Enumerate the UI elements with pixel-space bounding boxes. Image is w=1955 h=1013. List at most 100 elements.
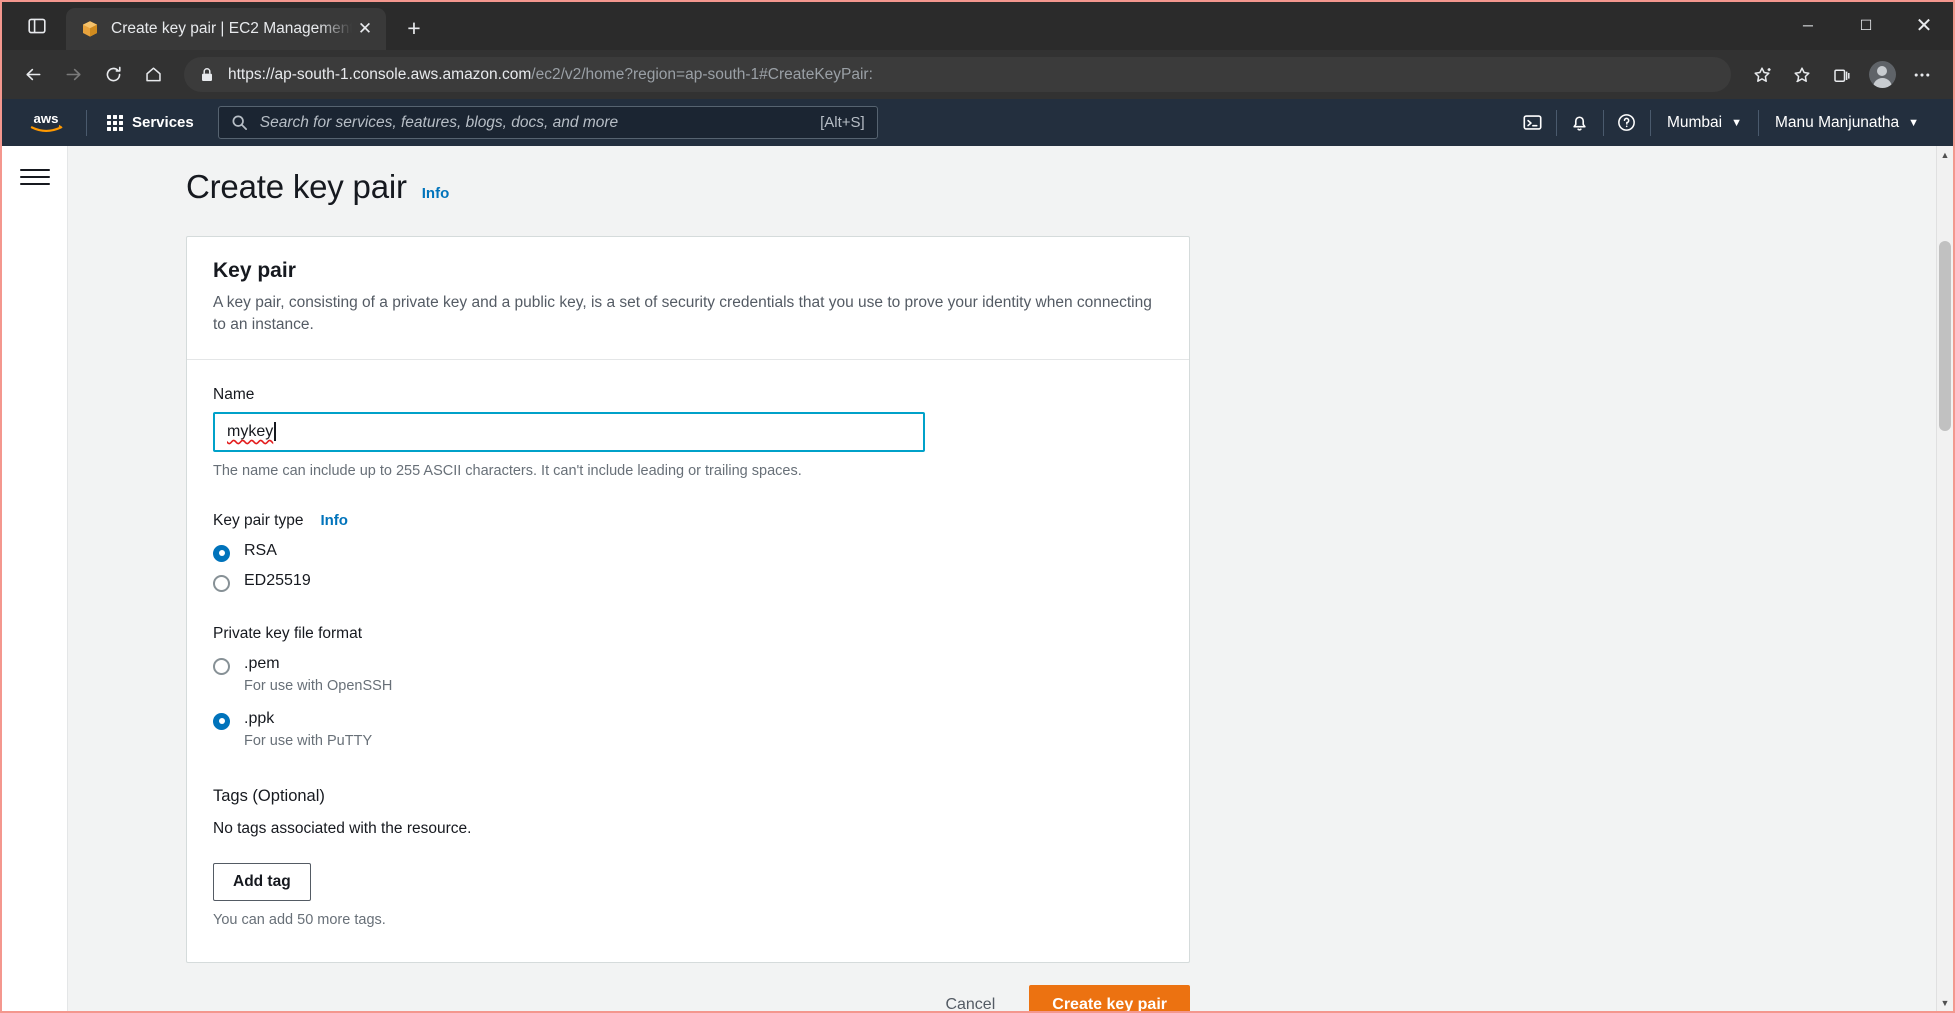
left-rail <box>2 146 68 1011</box>
radio-indicator <box>213 544 230 562</box>
create-key-pair-button[interactable]: Create key pair <box>1029 984 1190 1011</box>
name-field-label: Name <box>213 385 255 403</box>
browser-tab[interactable]: Create key pair | EC2 Management Console… <box>66 8 386 50</box>
page-header: Create key pair Info <box>128 168 1925 206</box>
url-text: https://ap-south-1.console.aws.amazon.co… <box>228 66 873 84</box>
name-field-hint: The name can include up to 255 ASCII cha… <box>213 462 802 479</box>
tab-title: Create key pair | EC2 Management Console <box>111 20 352 37</box>
grid-menu-icon <box>107 114 123 131</box>
close-icon[interactable]: ✕ <box>352 16 378 42</box>
key-pair-type-group: Key pair type Info RSA ED25519 <box>213 512 1163 592</box>
tags-note: You can add 50 more tags. <box>213 911 386 928</box>
add-tag-button[interactable]: Add tag <box>213 862 311 901</box>
name-input-value: mykey <box>227 422 274 440</box>
tab-strip: Create key pair | EC2 Management Console… <box>2 2 1953 50</box>
card-description: A key pair, consisting of a private key … <box>213 294 1152 334</box>
radio-option-rsa[interactable]: RSA <box>213 542 1163 562</box>
profile-avatar-icon[interactable] <box>1863 56 1901 94</box>
svg-text:aws: aws <box>34 111 59 126</box>
account-menu[interactable]: Manu Manjunatha ▼ <box>1759 99 1935 146</box>
page-info-link[interactable]: Info <box>422 185 450 202</box>
radio-indicator <box>213 574 230 592</box>
more-options-icon[interactable] <box>1903 56 1941 94</box>
key-pair-type-info-link[interactable]: Info <box>320 512 348 529</box>
services-label: Services <box>132 114 194 131</box>
star-add-icon[interactable] <box>1743 56 1781 94</box>
toolbar-icons <box>1743 56 1941 94</box>
private-key-format-label: Private key file format <box>213 625 1163 643</box>
services-menu-button[interactable]: Services <box>97 106 204 140</box>
radio-text: RSA <box>244 542 277 560</box>
tags-section: Tags (Optional) No tags associated with … <box>213 787 1163 928</box>
region-label: Mumbai <box>1666 113 1723 131</box>
search-placeholder: Search for services, features, blogs, do… <box>259 113 619 131</box>
radio-label: .ppk <box>244 709 275 727</box>
search-icon <box>232 115 247 130</box>
new-tab-button[interactable]: + <box>396 10 432 46</box>
address-toolbar: https://ap-south-1.console.aws.amazon.co… <box>2 50 1953 99</box>
cloudshell-icon[interactable] <box>1510 99 1556 146</box>
content-area: Create key pair Info Key pair A key pair… <box>68 146 1953 1011</box>
vertical-scrollbar[interactable]: ▲ ▼ <box>1936 146 1953 1011</box>
radio-label: RSA <box>244 541 277 559</box>
region-selector[interactable]: Mumbai ▼ <box>1651 99 1758 146</box>
private-key-format-text: Private key file format <box>213 624 363 642</box>
chevron-down-icon: ▼ <box>1731 116 1743 129</box>
minimize-button[interactable]: ─ <box>1779 2 1837 48</box>
favorites-icon[interactable] <box>1783 56 1821 94</box>
key-pair-type-text: Key pair type <box>213 511 304 529</box>
name-input[interactable]: mykey <box>213 411 925 452</box>
scrollbar-thumb[interactable] <box>1939 241 1951 431</box>
search-shortcut: [Alt+S] <box>820 114 865 131</box>
tab-sidebar-icon[interactable] <box>16 6 58 46</box>
key-pair-type-label: Key pair type Info <box>213 512 1163 530</box>
scroll-up-arrow-icon[interactable]: ▲ <box>1937 146 1953 163</box>
radio-option-ed25519[interactable]: ED25519 <box>213 572 1163 592</box>
aws-nav-right: Mumbai ▼ Manu Manjunatha ▼ <box>1510 99 1935 146</box>
radio-text: ED25519 <box>244 572 311 590</box>
private-key-format-group: Private key file format .pem For use wit… <box>213 625 1163 749</box>
text-cursor <box>274 422 276 442</box>
key-pair-form-card: Key pair A key pair, consisting of a pri… <box>186 236 1190 963</box>
maximize-button[interactable]: ☐ <box>1837 2 1895 48</box>
lock-icon <box>198 66 216 84</box>
search-input[interactable]: Search for services, features, blogs, do… <box>217 106 878 139</box>
address-bar[interactable]: https://ap-south-1.console.aws.amazon.co… <box>184 57 1731 92</box>
browser-window: Create key pair | EC2 Management Console… <box>0 0 1955 1013</box>
help-circle-icon[interactable] <box>1604 99 1650 146</box>
window-close-button[interactable]: ✕ <box>1895 2 1953 48</box>
content-inner: Create key pair Info Key pair A key pair… <box>68 146 1953 1011</box>
form-actions: Cancel Create key pair <box>186 984 1190 1011</box>
radio-option-pem[interactable]: .pem For use with OpenSSH <box>213 655 1163 694</box>
console-body: Create key pair Info Key pair A key pair… <box>2 146 1953 1011</box>
divider <box>86 109 87 136</box>
aws-cube-icon <box>80 19 100 39</box>
page-title: Create key pair <box>186 168 407 205</box>
radio-option-ppk[interactable]: .ppk For use with PuTTY <box>213 710 1163 749</box>
radio-sublabel: For use with OpenSSH <box>244 677 393 694</box>
card-title: Key pair <box>213 259 296 282</box>
radio-indicator <box>213 712 230 730</box>
tags-title: Tags (Optional) <box>213 786 325 805</box>
collections-icon[interactable] <box>1823 56 1861 94</box>
account-label: Manu Manjunatha <box>1775 113 1900 131</box>
scroll-down-arrow-icon[interactable]: ▼ <box>1937 994 1953 1011</box>
tags-empty-text: No tags associated with the resource. <box>213 819 472 837</box>
back-arrow-icon[interactable] <box>14 56 52 94</box>
bell-icon[interactable] <box>1557 99 1603 146</box>
aws-logo[interactable]: aws <box>20 109 72 137</box>
url-host: https://ap-south-1.console.aws.amazon.co… <box>228 65 532 83</box>
reload-icon[interactable] <box>94 56 132 94</box>
cancel-button[interactable]: Cancel <box>937 996 1003 1011</box>
hamburger-menu-icon[interactable] <box>19 162 50 192</box>
home-icon[interactable] <box>134 56 172 94</box>
chevron-down-icon: ▼ <box>1908 116 1919 129</box>
forward-arrow-icon[interactable] <box>54 56 92 94</box>
radio-indicator <box>213 657 230 675</box>
window-controls: ─ ☐ ✕ <box>1779 2 1953 48</box>
card-header: Key pair A key pair, consisting of a pri… <box>187 237 1189 360</box>
aws-top-navigation: aws Services Search for services, featur… <box>2 99 1953 146</box>
radio-sublabel: For use with PuTTY <box>244 732 373 749</box>
name-field-group: Name mykey The name can include up to 25… <box>213 386 1163 479</box>
radio-label: ED25519 <box>244 571 311 589</box>
